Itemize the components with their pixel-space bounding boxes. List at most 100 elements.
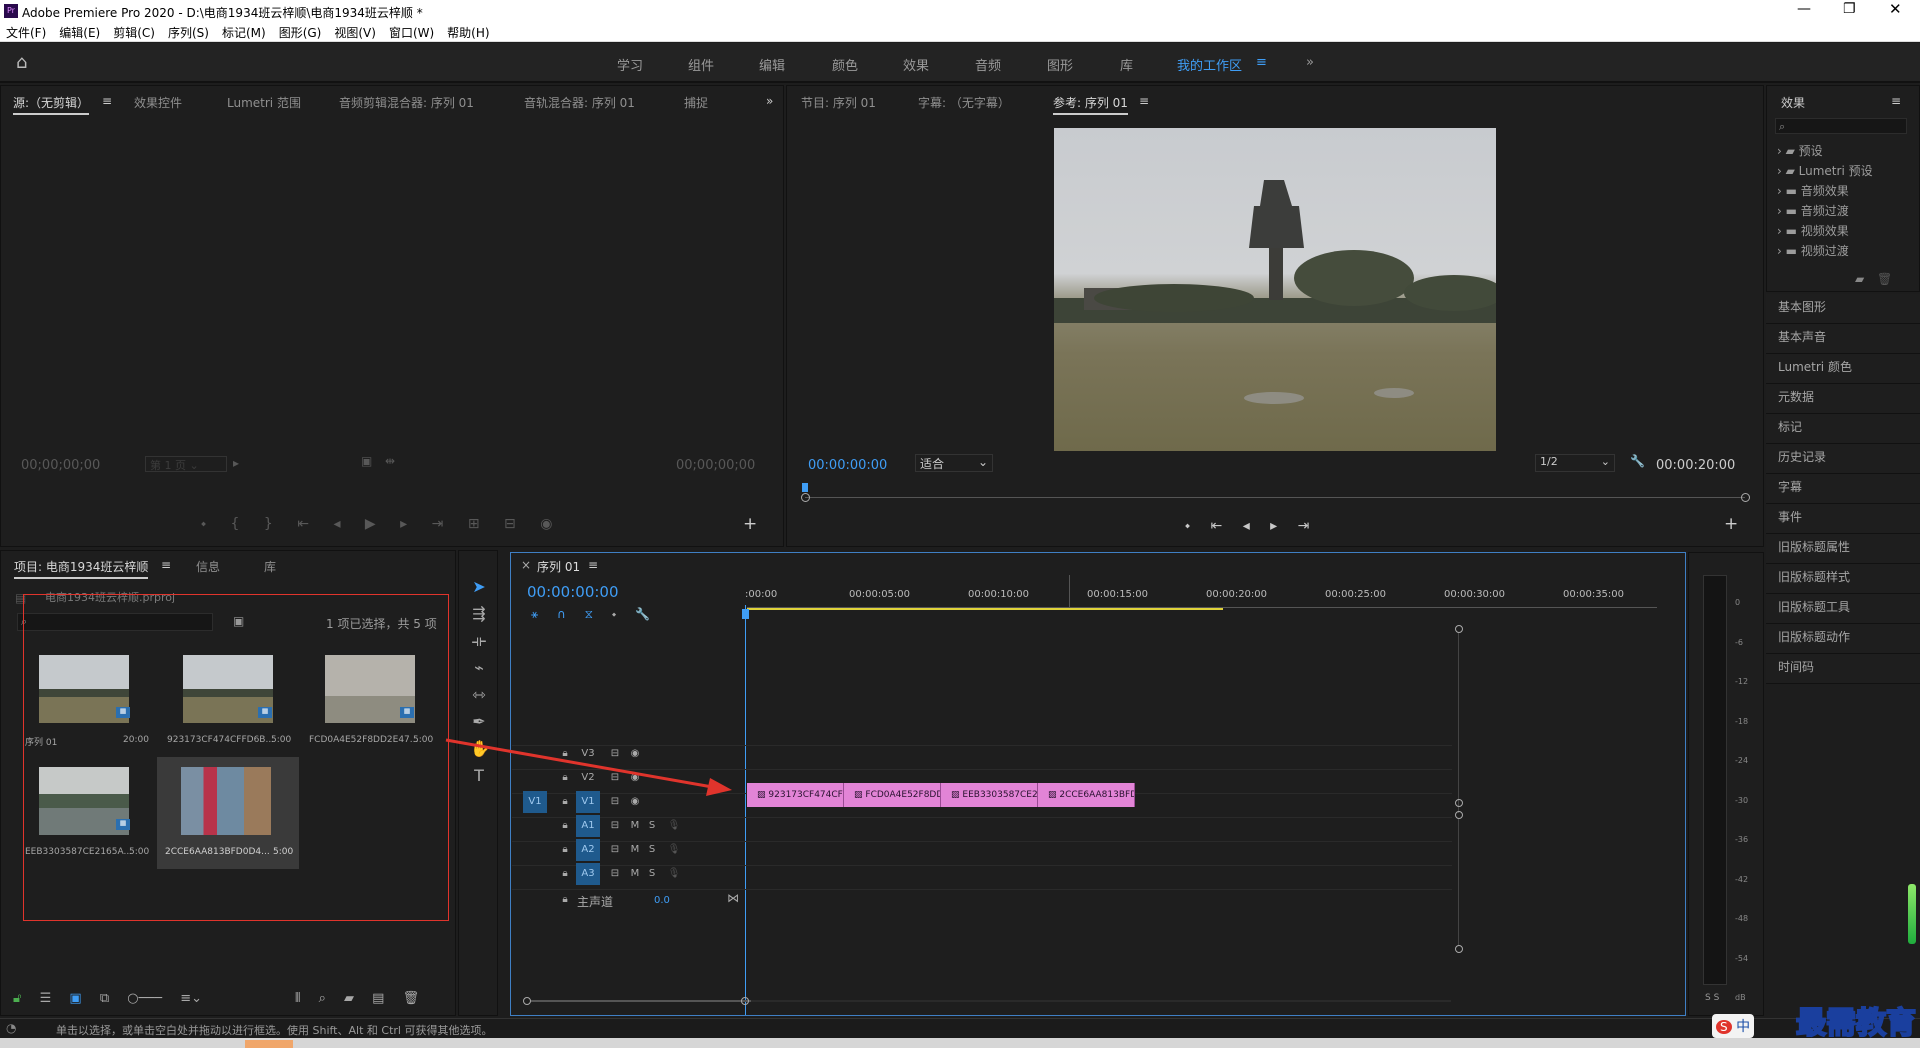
step-back-icon[interactable]: ◂ [1243,518,1250,534]
h-scroll-right[interactable] [741,997,749,1005]
zoom-slider[interactable]: ○─── [127,991,162,1006]
minimize-icon[interactable]: — [1797,1,1811,17]
microphone-icon[interactable]: 🎙︎ [662,815,686,837]
ws-editing[interactable]: 编辑 [759,55,785,74]
selection-tool-icon[interactable]: ➤ [470,573,488,600]
razor-tool-icon[interactable]: ⌁ [470,654,488,681]
scroll-handle[interactable] [1455,625,1463,633]
panel-lumetri-color[interactable]: Lumetri 颜色 [1766,354,1920,384]
export-frame-icon[interactable]: ◉ [540,516,552,532]
menu-window[interactable]: 窗口(W) [383,22,441,41]
effects-item[interactable]: › ▰ 预设 [1777,141,1873,161]
project-item[interactable]: ▦ 序列 01 20:00 [21,651,163,763]
solo-icon[interactable]: S [640,815,664,837]
zoom-icon[interactable]: ▣ [361,454,372,468]
tab-project[interactable]: 项目: 电商1934班云梓顺 [14,558,149,579]
effects-item[interactable]: › ▬ 音频过渡 [1777,201,1873,221]
effects-item[interactable]: › ▬ 视频过渡 [1777,241,1873,261]
effects-search-input[interactable]: ⌕ [1775,118,1907,134]
scroll-handle[interactable] [1455,799,1463,807]
go-to-in-icon[interactable]: ⇤ [297,516,309,532]
tab-info[interactable]: 信息 [196,558,220,575]
add-marker-icon[interactable]: ⬩ [612,607,616,621]
tab-reference[interactable]: 参考: 序列 01 [1053,94,1128,115]
tab-source[interactable]: 源:（无剪辑） [13,94,90,115]
panel-history[interactable]: 历史记录 [1766,444,1920,474]
overflow-icon[interactable]: » [766,94,773,108]
playhead-icon[interactable] [742,609,749,619]
insert-icon[interactable]: ⊞ [468,516,480,532]
panel-timecode[interactable]: 时间码 [1766,654,1920,684]
solo-icon[interactable]: S [640,863,664,885]
ws-my-workspace[interactable]: 我的工作区 [1177,55,1242,74]
scroll-handle[interactable] [1455,945,1463,953]
panel-events[interactable]: 事件 [1766,504,1920,534]
marker-icon[interactable]: ⬩ [1185,518,1190,534]
fit-dropdown[interactable]: 适合 ⌄ [915,454,993,472]
microphone-icon[interactable]: 🎙︎ [662,839,686,861]
ws-effects[interactable]: 效果 [903,55,929,74]
ime-indicator[interactable]: S 中 [1712,1014,1755,1038]
project-item-selected[interactable]: 2CCE6AA813BFD0D4... 5:00 [157,757,299,869]
freeform-view-icon[interactable]: ⧉ [100,991,109,1006]
maximize-icon[interactable]: ❐ [1843,1,1856,17]
timeline-clip[interactable]: ▨ 2CCE6AA813BFD0D4 [1038,783,1135,807]
master-volume[interactable]: 0.0 [654,895,670,906]
new-search-bin-icon[interactable]: ▣ [233,614,244,628]
ripple-edit-tool-icon[interactable]: ⟛ [470,627,488,654]
tab-audio-track-mixer[interactable]: 音轨混合器: 序列 01 [524,94,635,111]
close-icon[interactable]: ✕ [1889,0,1902,18]
new-bin-icon[interactable]: ▰ [344,991,354,1006]
menu-graphics[interactable]: 图形(G) [273,22,329,41]
timeline-clip[interactable]: ▨ FCD0A4E52F8DD2E4 [844,783,941,807]
tab-program[interactable]: 节目: 序列 01 [801,94,876,111]
next-page-icon[interactable]: ▸ [233,456,239,470]
tab-sequence-menu-icon[interactable]: ≡ [588,558,598,572]
panel-legacy-title-tools[interactable]: 旧版标题工具 [1766,594,1920,624]
microphone-icon[interactable]: 🎙︎ [662,863,686,885]
playhead-icon[interactable] [802,483,808,492]
time-ruler[interactable]: :00:00 00:00:05:00 00:00:10:00 00:00:15:… [745,575,1671,615]
project-item[interactable]: ▦ FCD0A4E52F8DD2E47... 5:00 [305,651,447,763]
effects-item[interactable]: › ▰ Lumetri 预设 [1777,161,1873,181]
panel-markers[interactable]: 标记 [1766,414,1920,444]
tab-source-menu-icon[interactable]: ≡ [102,94,112,108]
program-scrubber[interactable] [801,483,1751,511]
lock-icon[interactable]: 🔒︎ [553,839,577,861]
lock-icon[interactable]: 🔒︎ [553,889,577,911]
menu-view[interactable]: 视图(V) [328,22,383,41]
menu-file[interactable]: 文件(F) [0,22,53,41]
scroll-handle[interactable] [1455,811,1463,819]
delete-icon[interactable]: 🗑 [1877,272,1892,286]
trash-icon[interactable]: 🗑 [403,991,420,1006]
page-dropdown[interactable]: 第 1 页 ⌄ [145,456,227,472]
close-tab-icon[interactable]: × [521,558,531,572]
ws-assembly[interactable]: 组件 [688,55,714,74]
track-select-tool-icon[interactable]: ⇶ [470,600,488,627]
tab-lumetri-scopes[interactable]: Lumetri 范围 [227,94,301,111]
add-button-icon[interactable]: + [1724,514,1738,534]
ws-overflow-icon[interactable]: » [1306,55,1314,70]
play-icon[interactable]: ▶ [365,516,376,532]
go-to-out-icon[interactable]: ⇥ [1298,518,1310,534]
playhead-line[interactable] [745,605,746,1015]
panel-legacy-title-actions[interactable]: 旧版标题动作 [1766,624,1920,654]
new-folder-icon[interactable]: ▰ [1855,272,1864,286]
panel-captions[interactable]: 字幕 [1766,474,1920,504]
menu-clip[interactable]: 剪辑(C) [107,22,162,41]
track-label[interactable]: A1 [576,815,600,837]
panel-legacy-title-styles[interactable]: 旧版标题样式 [1766,564,1920,594]
in-point-icon[interactable]: { [231,516,240,532]
find-icon[interactable]: ⌕ [319,991,326,1006]
project-search-input[interactable]: ⌕ [17,613,213,631]
project-item[interactable]: ▦ 923173CF474CFFD6B... 5:00 [163,651,305,763]
tab-audio-clip-mixer[interactable]: 音频剪辑混合器: 序列 01 [339,94,474,111]
step-back-icon[interactable]: ◂ [333,516,340,532]
sort-icon[interactable]: ≡⌄ [180,991,202,1006]
go-to-out-icon[interactable]: ⇥ [432,516,444,532]
project-item[interactable]: ▦ EEB3303587CE2165A... 5:00 [21,763,163,875]
step-forward-icon[interactable]: ▸ [1270,518,1277,534]
ws-learn[interactable]: 学习 [617,55,643,74]
track-label[interactable]: A2 [576,839,600,861]
source-transport-controls[interactable]: ⬩ { } ⇤ ◂ ▶ ▸ ⇥ ⊞ ⊟ ◉ [201,516,552,532]
